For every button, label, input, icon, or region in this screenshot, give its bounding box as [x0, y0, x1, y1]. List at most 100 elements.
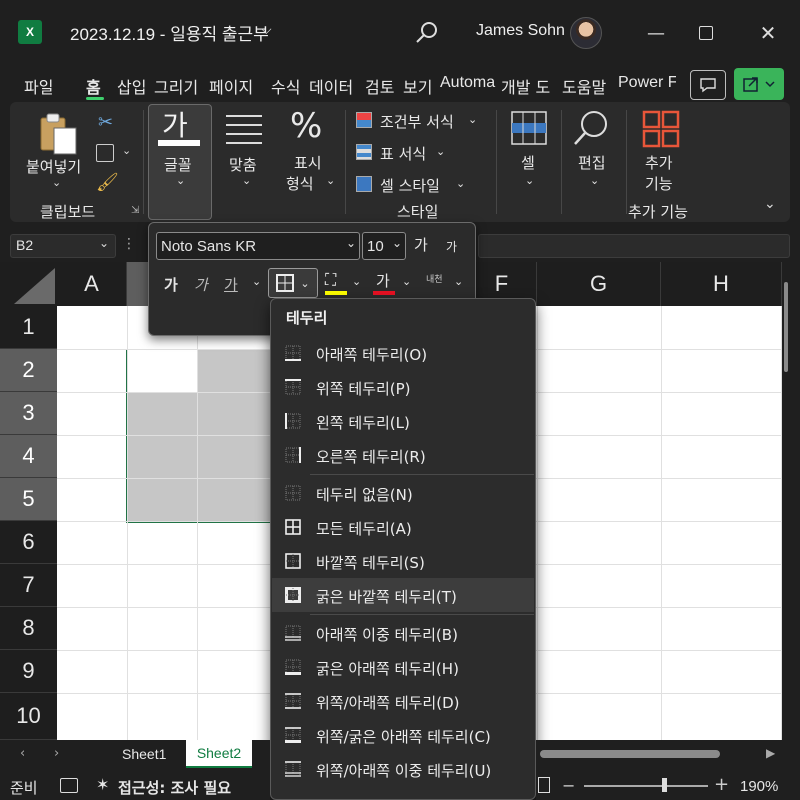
format-table-label[interactable]: 표 서식: [380, 143, 426, 164]
menu-item-bottom-double-border[interactable]: 아래쪽 이중 테두리(B): [272, 616, 534, 650]
zoom-out-icon[interactable]: −: [562, 776, 575, 795]
conditional-format-label[interactable]: 조건부 서식: [380, 111, 454, 132]
menu-item-no-border[interactable]: 테두리 없음(N): [272, 476, 534, 510]
sheet-tab-sheet2[interactable]: Sheet2: [186, 740, 252, 768]
row-header-3[interactable]: 3: [0, 392, 57, 435]
chevron-down-icon[interactable]: ⌄: [346, 236, 356, 250]
formula-bar[interactable]: [478, 234, 790, 258]
tab-developer[interactable]: 개발 도: [501, 74, 559, 98]
tab-draw[interactable]: 그리기: [154, 74, 198, 98]
chevron-down-icon[interactable]: ⌄: [525, 174, 534, 187]
italic-button[interactable]: 가: [194, 274, 208, 295]
collapse-ribbon-icon[interactable]: ⌄: [764, 196, 776, 212]
tab-page[interactable]: 페이지: [209, 74, 253, 98]
add-ins-label[interactable]: 추가: [645, 152, 673, 173]
row-header-10[interactable]: 10: [0, 693, 57, 740]
tab-view[interactable]: 보기: [403, 74, 432, 98]
borders-button[interactable]: ⌄: [268, 268, 318, 298]
search-icon[interactable]: [572, 108, 612, 148]
row-header-5[interactable]: 5: [0, 478, 57, 521]
menu-item-thick-outside-borders[interactable]: 굵은 바깥쪽 테두리(T): [272, 578, 534, 612]
row-header-2[interactable]: 2: [0, 349, 57, 392]
chevron-down-icon[interactable]: ⌄: [436, 145, 445, 158]
user-name[interactable]: James Sohn: [476, 22, 565, 40]
tab-file[interactable]: 파일: [24, 74, 53, 98]
chevron-down-icon[interactable]: ⌄: [352, 275, 361, 288]
avatar[interactable]: [570, 17, 602, 49]
row-header-9[interactable]: 9: [0, 650, 57, 693]
cell-style-label[interactable]: 셀 스타일: [380, 175, 440, 196]
add-ins-label-2[interactable]: 기능: [645, 173, 673, 194]
chevron-down-icon[interactable]: ⌄: [252, 275, 261, 288]
add-ins-icon[interactable]: [642, 110, 680, 148]
zoom-slider[interactable]: [584, 785, 708, 787]
cells-label[interactable]: 셀: [521, 152, 535, 173]
chevron-down-icon[interactable]: ⌄: [99, 236, 109, 250]
horizontal-scrollbar[interactable]: [540, 750, 720, 758]
chevron-down-icon[interactable]: ⌄: [402, 275, 411, 288]
menu-item-bottom-border[interactable]: 아래쪽 테두리(O): [272, 336, 534, 370]
menu-item-outside-borders[interactable]: 바깥쪽 테두리(S): [272, 544, 534, 578]
more-icon[interactable]: ⋮: [122, 236, 136, 252]
cut-icon[interactable]: ✂: [98, 112, 113, 133]
chevron-down-icon[interactable]: ⌄: [326, 174, 335, 187]
decrease-font-size-button[interactable]: 가: [446, 238, 457, 255]
cell-style-icon[interactable]: [356, 176, 372, 192]
chevron-down-icon[interactable]: ⌄: [122, 144, 131, 157]
tab-data[interactable]: 데이터: [309, 74, 353, 98]
page-break-view-icon[interactable]: [538, 777, 550, 793]
cells-icon[interactable]: [510, 110, 548, 146]
editing-label[interactable]: 편집: [578, 152, 606, 173]
phonetic-button[interactable]: 내천: [426, 272, 443, 285]
column-header-g[interactable]: G: [537, 262, 661, 306]
menu-item-top-border[interactable]: 위쪽 테두리(P): [272, 370, 534, 404]
paste-icon[interactable]: [38, 112, 80, 156]
comment-button[interactable]: [690, 70, 726, 100]
menu-item-top-thick-bottom-border[interactable]: 위쪽/굵은 아래쪽 테두리(C): [272, 718, 534, 752]
column-header-a[interactable]: A: [57, 262, 127, 306]
zoom-in-icon[interactable]: +: [714, 774, 729, 795]
menu-item-top-bottom-border[interactable]: 위쪽/아래쪽 테두리(D): [272, 684, 534, 718]
align-label[interactable]: 맞춤: [229, 154, 257, 175]
row-header-6[interactable]: 6: [0, 521, 57, 564]
next-sheet-icon[interactable]: ›: [54, 746, 59, 761]
tab-help[interactable]: 도움말: [562, 74, 606, 98]
menu-item-thick-bottom-border[interactable]: 굵은 아래쪽 테두리(H): [272, 650, 534, 684]
window-title[interactable]: 2023.12.19 - 일용직 출근부: [70, 20, 269, 45]
tab-power[interactable]: Power F: [618, 74, 676, 92]
select-all-corner[interactable]: [0, 262, 57, 306]
percent-icon[interactable]: %: [290, 106, 322, 146]
close-button[interactable]: ✕: [750, 16, 786, 50]
accessibility-icon[interactable]: ✶: [96, 775, 109, 794]
tab-automate[interactable]: Automa: [440, 74, 500, 92]
bold-button[interactable]: 가: [164, 274, 178, 295]
row-header-1[interactable]: 1: [0, 306, 57, 349]
sheet-tab-sheet1[interactable]: Sheet1: [122, 746, 166, 762]
search-icon[interactable]: [414, 20, 440, 46]
chevron-down-icon[interactable]: ⌄: [590, 174, 599, 187]
chevron-down-icon[interactable]: ⌄: [468, 113, 477, 126]
macro-record-icon[interactable]: [60, 778, 78, 793]
row-header-8[interactable]: 8: [0, 607, 57, 650]
number-format-label[interactable]: 표시: [294, 152, 322, 173]
chevron-down-icon[interactable]: ⌄: [392, 236, 402, 250]
tab-formulas[interactable]: 수식: [271, 74, 300, 98]
zoom-level[interactable]: 190%: [740, 778, 778, 795]
fill-color-icon[interactable]: ⛶: [325, 270, 336, 290]
format-table-icon[interactable]: [356, 144, 372, 160]
column-header-h[interactable]: H: [661, 262, 782, 306]
dialog-launcher-icon[interactable]: ⇲: [131, 205, 139, 216]
accessibility-status[interactable]: 접근성: 조사 필요: [118, 777, 231, 798]
chevron-down-icon[interactable]: ⌄: [52, 176, 61, 189]
copy-icon[interactable]: [96, 144, 114, 162]
increase-font-size-button[interactable]: 가: [414, 234, 428, 255]
row-header-7[interactable]: 7: [0, 564, 57, 607]
chevron-down-icon[interactable]: ⌵: [261, 22, 272, 38]
conditional-format-icon[interactable]: [356, 112, 372, 128]
scroll-right-icon[interactable]: ▶: [766, 746, 775, 760]
number-format-label-2[interactable]: 형식: [286, 173, 314, 194]
share-button[interactable]: [734, 68, 784, 100]
font-color-button[interactable]: 가: [376, 270, 390, 291]
menu-item-top-bottom-double-border[interactable]: 위쪽/아래쪽 이중 테두리(U): [272, 752, 534, 786]
format-painter-icon[interactable]: 🖌: [96, 172, 119, 193]
